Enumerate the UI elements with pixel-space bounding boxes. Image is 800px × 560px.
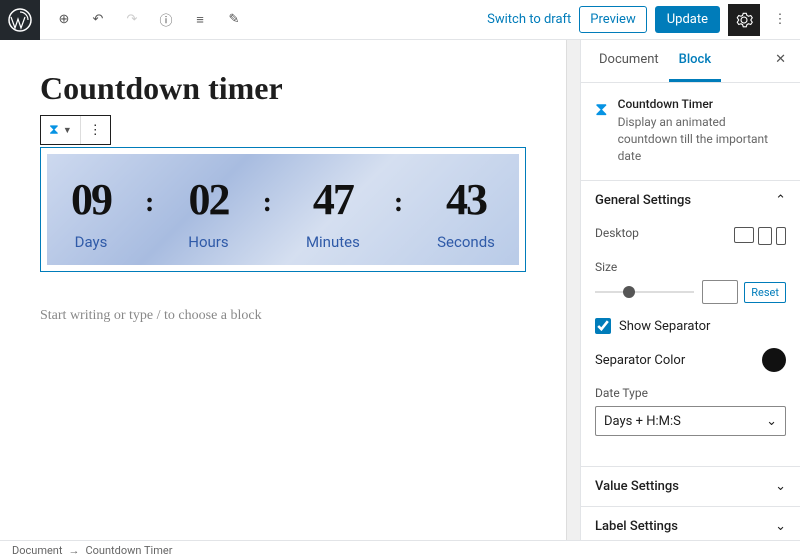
panel-title: Label Settings bbox=[595, 519, 678, 534]
block-name: Countdown Timer bbox=[618, 97, 786, 111]
device-toggle bbox=[734, 227, 786, 245]
more-options-button[interactable]: ⋮ bbox=[768, 4, 792, 36]
separator-color-label: Separator Color bbox=[595, 353, 685, 368]
undo-button[interactable]: ↶ bbox=[82, 4, 114, 36]
timer-seconds-value: 43 bbox=[437, 174, 495, 225]
separator-color-swatch[interactable] bbox=[762, 348, 786, 372]
panel-general-settings[interactable]: General Settings ⌃ bbox=[581, 180, 800, 220]
page-title[interactable]: Countdown timer bbox=[40, 70, 526, 107]
wordpress-logo[interactable] bbox=[0, 0, 40, 40]
timer-separator: : bbox=[263, 187, 272, 219]
hourglass-icon: ⧗ bbox=[49, 122, 59, 138]
show-separator-checkbox[interactable] bbox=[595, 318, 611, 334]
editor-scrollbar[interactable] bbox=[566, 40, 580, 540]
switch-to-draft-link[interactable]: Switch to draft bbox=[487, 12, 571, 27]
settings-sidebar: Document Block ✕ ⧗ Countdown Timer Displ… bbox=[580, 40, 800, 540]
block-appender[interactable]: Start writing or type / to choose a bloc… bbox=[40, 308, 526, 324]
toolbar-right: Switch to draft Preview Update ⋮ bbox=[487, 4, 800, 36]
breadcrumb-current: Countdown Timer bbox=[85, 544, 172, 557]
panel-title: General Settings bbox=[595, 193, 691, 208]
timer-seconds-label: Seconds bbox=[437, 233, 495, 251]
size-input[interactable] bbox=[702, 280, 738, 304]
timer-minutes-label: Minutes bbox=[306, 233, 360, 251]
timer-separator: : bbox=[145, 187, 154, 219]
settings-button[interactable] bbox=[728, 4, 760, 36]
preview-button[interactable]: Preview bbox=[579, 6, 646, 33]
tab-block[interactable]: Block bbox=[669, 40, 721, 82]
tablet-icon[interactable] bbox=[758, 227, 772, 245]
block-more-button[interactable]: ⋮ bbox=[81, 116, 110, 144]
breadcrumb-separator: → bbox=[68, 544, 79, 557]
sidebar-tabs: Document Block ✕ bbox=[581, 40, 800, 83]
chevron-down-icon: ⌄ bbox=[766, 414, 777, 429]
timer-days-label: Days bbox=[71, 233, 111, 251]
timer-hours-label: Hours bbox=[188, 233, 228, 251]
desktop-icon[interactable] bbox=[734, 227, 754, 243]
timer-hours-value: 02 bbox=[188, 174, 228, 225]
reset-button[interactable]: Reset bbox=[744, 282, 786, 303]
block-toolbar: ⧗ ▼ ⋮ bbox=[40, 115, 111, 145]
date-type-select[interactable]: Days + H:M:S ⌄ bbox=[595, 406, 786, 436]
hourglass-icon: ⧗ bbox=[595, 99, 608, 164]
info-button[interactable]: ⓘ bbox=[150, 4, 182, 36]
outline-button[interactable]: ≡ bbox=[184, 4, 216, 36]
size-label: Size bbox=[595, 260, 786, 274]
toolbar-left: ⊕ ↶ ↷ ⓘ ≡ ✎ bbox=[40, 4, 250, 36]
chevron-up-icon: ⌃ bbox=[775, 193, 786, 208]
countdown-block[interactable]: 09 Days : 02 Hours : 47 Minutes : 43 Sec… bbox=[40, 147, 526, 272]
mobile-icon[interactable] bbox=[776, 227, 786, 245]
close-sidebar-button[interactable]: ✕ bbox=[769, 40, 792, 82]
desktop-label: Desktop bbox=[595, 226, 639, 240]
breadcrumb: Document → Countdown Timer bbox=[0, 540, 800, 560]
redo-button[interactable]: ↷ bbox=[116, 4, 148, 36]
chevron-down-icon: ▼ bbox=[63, 125, 72, 136]
add-block-button[interactable]: ⊕ bbox=[48, 4, 80, 36]
editor-canvas: Countdown timer ⌃ ⠿ ⌄ ⧗ ▼ ⋮ 09 Days : 02 bbox=[0, 40, 566, 540]
show-separator-label: Show Separator bbox=[619, 319, 710, 334]
size-slider[interactable] bbox=[595, 291, 694, 293]
tab-document[interactable]: Document bbox=[589, 40, 669, 82]
block-description: Display an animated countdown till the i… bbox=[618, 114, 786, 164]
timer-display: 09 Days : 02 Hours : 47 Minutes : 43 Sec… bbox=[47, 154, 519, 265]
timer-days-value: 09 bbox=[71, 174, 111, 225]
block-type-button[interactable]: ⧗ ▼ bbox=[41, 116, 81, 144]
timer-hours: 02 Hours bbox=[188, 174, 228, 251]
timer-minutes-value: 47 bbox=[306, 174, 360, 225]
date-type-label: Date Type bbox=[595, 386, 786, 400]
panel-label-settings[interactable]: Label Settings ⌄ bbox=[581, 506, 800, 540]
general-settings-body: Desktop Size Reset Show Separator bbox=[581, 220, 800, 466]
timer-separator: : bbox=[394, 187, 403, 219]
breadcrumb-root[interactable]: Document bbox=[12, 544, 62, 557]
chevron-down-icon: ⌄ bbox=[775, 519, 786, 534]
panel-title: Value Settings bbox=[595, 479, 679, 494]
timer-minutes: 47 Minutes bbox=[306, 174, 360, 251]
chevron-down-icon: ⌄ bbox=[775, 479, 786, 494]
top-toolbar: ⊕ ↶ ↷ ⓘ ≡ ✎ Switch to draft Preview Upda… bbox=[0, 0, 800, 40]
edit-button[interactable]: ✎ bbox=[218, 4, 250, 36]
timer-seconds: 43 Seconds bbox=[437, 174, 495, 251]
block-info-card: ⧗ Countdown Timer Display an animated co… bbox=[581, 83, 800, 180]
panel-value-settings[interactable]: Value Settings ⌄ bbox=[581, 466, 800, 506]
timer-days: 09 Days bbox=[71, 174, 111, 251]
update-button[interactable]: Update bbox=[655, 6, 720, 33]
date-type-value: Days + H:M:S bbox=[604, 414, 681, 429]
